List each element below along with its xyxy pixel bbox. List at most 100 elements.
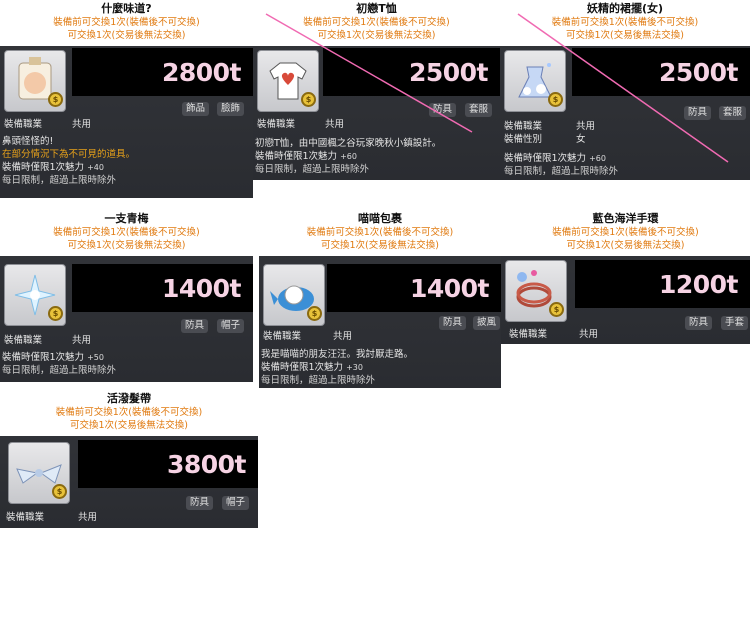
item-price: 1200t bbox=[658, 270, 739, 299]
job-value: 共用 bbox=[78, 512, 98, 523]
job-value: 共用 bbox=[72, 119, 92, 130]
item-header: 藍色海洋手環 裝備前可交換1次(裝備後不可交換) 可交換1次(交易後無法交換) bbox=[501, 210, 750, 256]
gender-value: 女 bbox=[576, 134, 586, 145]
exchange-note: 可交換1次(交易後無法交換) bbox=[317, 30, 436, 41]
gender-label: 裝備性別 bbox=[504, 134, 543, 145]
tag-category: 飾品 bbox=[182, 102, 210, 116]
job-value: 共用 bbox=[333, 331, 353, 342]
item-price: 3800t bbox=[166, 450, 247, 479]
daily-limit: 每日限制，超過上限時除外 bbox=[504, 166, 619, 177]
charm-bonus: +60 bbox=[589, 154, 606, 163]
trade-note: 裝備前可交換1次(裝備後不可交換) bbox=[551, 17, 699, 28]
coin-icon: $ bbox=[307, 306, 322, 321]
job-label: 裝備職業 bbox=[509, 329, 548, 340]
tag-category: 防具 bbox=[439, 316, 467, 330]
charm-line: 裝備時僅限1次魅力 +30 bbox=[261, 361, 363, 374]
item-description: 初戀T恤，由中國楓之谷玩家晚秋小鎮設計。 bbox=[255, 138, 442, 149]
item-header: 一支青梅 裝備前可交換1次(裝備後不可交換) 可交換1次(交易後無法交換) bbox=[0, 210, 253, 256]
item-name: 妖精的裙擺(女) bbox=[586, 2, 664, 15]
tag-subcategory: 手套 bbox=[721, 316, 749, 330]
item-header: 什麼味道? 裝備前可交換1次(裝備後不可交換) 可交換1次(交易後無法交換) bbox=[0, 0, 253, 46]
item-tooltip-fairy-dress: 妖精的裙擺(女) 裝備前可交換1次(裝備後不可交換) 可交換1次(交易後無法交換… bbox=[500, 0, 750, 180]
charm-line: 裝備時僅限1次魅力 +60 bbox=[504, 152, 606, 165]
item-price: 1400t bbox=[161, 274, 242, 303]
exchange-note: 可交換1次(交易後無法交換) bbox=[566, 30, 684, 41]
trade-note: 裝備前可交換1次(裝備後不可交換) bbox=[552, 227, 699, 238]
tag-category: 防具 bbox=[684, 106, 712, 120]
item-description: 鼻頭怪怪的! bbox=[2, 136, 54, 147]
item-tooltip-hair-ribbon: 活潑髮帶 裝備前可交換1次(裝備後不可交換) 可交換1次(交易後無法交換) $ … bbox=[0, 390, 258, 528]
charm-line: 裝備時僅限1次魅力 +40 bbox=[2, 161, 104, 174]
exchange-note: 可交換1次(交易後無法交換) bbox=[70, 420, 188, 431]
exchange-note: 可交換1次(交易後無法交換) bbox=[321, 240, 439, 251]
tag-category: 防具 bbox=[685, 316, 713, 330]
item-name: 什麼味道? bbox=[101, 2, 152, 15]
daily-limit: 每日限制，超過上限時除外 bbox=[2, 175, 117, 186]
tag-subcategory: 臉飾 bbox=[217, 102, 245, 116]
tag-subcategory: 帽子 bbox=[222, 496, 250, 510]
price-box: 2800t bbox=[72, 48, 253, 96]
item-tooltip-perfume: 什麼味道? 裝備前可交換1次(裝備後不可交換) 可交換1次(交易後無法交換) $… bbox=[0, 0, 253, 198]
item-name: 一支青梅 bbox=[104, 212, 149, 225]
charm-line: 裝備時僅限1次魅力 +50 bbox=[2, 351, 104, 364]
item-tooltip-tshirt: 初戀T恤 裝備前可交換1次(裝備後不可交換) 可交換1次(交易後無法交換) $ … bbox=[253, 0, 500, 180]
item-header: 活潑髮帶 裝備前可交換1次(裝備後不可交換) 可交換1次(交易後無法交換) bbox=[0, 390, 258, 436]
coin-icon: $ bbox=[549, 302, 564, 317]
trade-note: 裝備前可交換1次(裝備後不可交換) bbox=[55, 407, 203, 418]
price-box: 2500t bbox=[323, 48, 500, 96]
job-label: 裝備職業 bbox=[257, 119, 296, 130]
tag-category: 防具 bbox=[429, 103, 457, 117]
trade-note: 裝備前可交換1次(裝備後不可交換) bbox=[53, 17, 200, 28]
item-tooltip-bracelet: 藍色海洋手環 裝備前可交換1次(裝備後不可交換) 可交換1次(交易後無法交換) … bbox=[501, 210, 750, 344]
item-price: 2500t bbox=[658, 58, 739, 87]
job-value: 共用 bbox=[72, 335, 92, 346]
exchange-note: 可交換1次(交易後無法交換) bbox=[67, 240, 186, 251]
daily-limit: 每日限制，超過上限時除外 bbox=[2, 365, 117, 376]
job-label: 裝備職業 bbox=[4, 119, 43, 130]
item-name: 藍色海洋手環 bbox=[592, 212, 659, 225]
job-value: 共用 bbox=[576, 121, 596, 132]
charm-label: 裝備時僅限1次魅力 bbox=[2, 352, 85, 363]
item-description-note: 在部分情況下為不可見的道具。 bbox=[2, 149, 136, 160]
tag-category: 防具 bbox=[186, 496, 214, 510]
item-header: 妖精的裙擺(女) 裝備前可交換1次(裝備後不可交換) 可交換1次(交易後無法交換… bbox=[500, 0, 750, 46]
item-tooltip-cat-bundle: 喵喵包裹 裝備前可交換1次(裝備後不可交換) 可交換1次(交易後無法交換) $ … bbox=[259, 210, 501, 388]
charm-bonus: +50 bbox=[87, 353, 104, 362]
price-box: 2500t bbox=[572, 48, 750, 96]
exchange-note: 可交換1次(交易後無法交換) bbox=[566, 240, 685, 251]
daily-limit: 每日限制，超過上限時除外 bbox=[261, 375, 376, 386]
charm-label: 裝備時僅限1次魅力 bbox=[2, 162, 85, 173]
charm-label: 裝備時僅限1次魅力 bbox=[255, 151, 338, 162]
price-box: 1200t bbox=[575, 260, 750, 308]
item-price: 2500t bbox=[408, 58, 489, 87]
item-name: 活潑髮帶 bbox=[107, 392, 151, 405]
daily-limit: 每日限制，超過上限時除外 bbox=[255, 164, 370, 175]
charm-line: 裝備時僅限1次魅力 +60 bbox=[255, 150, 357, 163]
coin-icon: $ bbox=[48, 92, 63, 107]
charm-bonus: +40 bbox=[87, 163, 104, 172]
charm-label: 裝備時僅限1次魅力 bbox=[504, 153, 587, 164]
item-price: 2800t bbox=[161, 58, 242, 87]
item-description: 我是喵喵的朋友汪汪。我討厭走路。 bbox=[261, 349, 414, 360]
charm-bonus: +60 bbox=[340, 152, 357, 161]
job-label: 裝備職業 bbox=[6, 512, 45, 523]
trade-note: 裝備前可交換1次(裝備後不可交換) bbox=[303, 17, 450, 28]
trade-note: 裝備前可交換1次(裝備後不可交換) bbox=[53, 227, 200, 238]
item-name: 喵喵包裹 bbox=[358, 212, 402, 225]
coin-icon: $ bbox=[48, 306, 63, 321]
coin-icon: $ bbox=[52, 484, 67, 499]
tag-subcategory: 帽子 bbox=[217, 319, 245, 333]
item-header: 喵喵包裹 裝備前可交換1次(裝備後不可交換) 可交換1次(交易後無法交換) bbox=[259, 210, 501, 256]
tag-subcategory: 披風 bbox=[473, 316, 501, 330]
coin-icon: $ bbox=[548, 92, 563, 107]
price-box: 1400t bbox=[72, 264, 253, 312]
tag-category: 防具 bbox=[181, 319, 209, 333]
charm-label: 裝備時僅限1次魅力 bbox=[261, 362, 344, 373]
coin-icon: $ bbox=[301, 92, 316, 107]
trade-note: 裝備前可交換1次(裝備後不可交換) bbox=[306, 227, 454, 238]
item-header: 初戀T恤 裝備前可交換1次(裝備後不可交換) 可交換1次(交易後無法交換) bbox=[253, 0, 500, 46]
job-value: 共用 bbox=[579, 329, 599, 340]
price-box: 1400t bbox=[327, 264, 501, 312]
tag-subcategory: 套服 bbox=[719, 106, 747, 120]
tag-subcategory: 套服 bbox=[465, 103, 493, 117]
